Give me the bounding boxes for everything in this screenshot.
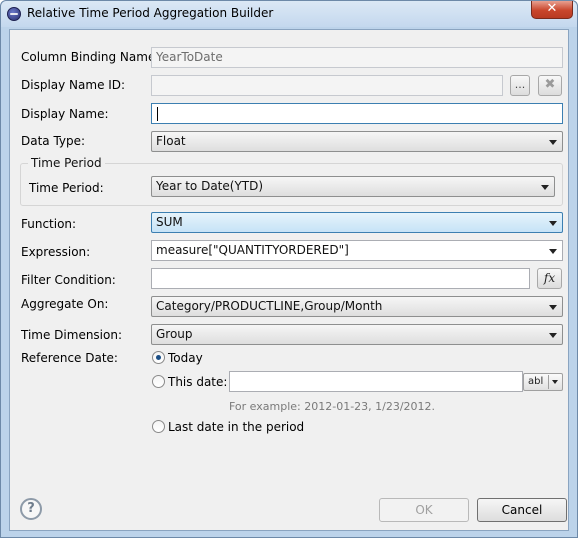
expression-label: Expression: <box>21 245 91 259</box>
fx-icon: fx <box>543 271 556 285</box>
time-period-select[interactable]: Year to Date(YTD) <box>151 176 555 197</box>
display-name-label: Display Name: <box>21 107 109 121</box>
display-name-input[interactable] <box>151 103 563 124</box>
function-label: Function: <box>21 217 77 231</box>
function-select[interactable]: SUM <box>151 212 563 233</box>
title-bar[interactable]: Relative Time Period Aggregation Builder… <box>1 1 577 27</box>
expression-builder-button[interactable]: fx <box>537 268 562 289</box>
filter-condition-label: Filter Condition: <box>21 273 116 287</box>
display-name-id-field <box>151 75 503 96</box>
time-period-group-title: Time Period <box>28 156 105 170</box>
window-title: Relative Time Period Aggregation Builder <box>27 6 274 20</box>
column-binding-name-field: YearToDate <box>151 47 563 68</box>
time-dimension-label: Time Dimension: <box>21 328 123 342</box>
help-icon[interactable]: ? <box>20 498 42 520</box>
chevron-down-icon <box>541 185 549 190</box>
dialog-window: Relative Time Period Aggregation Builder… <box>0 0 578 538</box>
last-date-radio[interactable] <box>152 420 165 433</box>
date-format-hint: For example: 2012-01-23, 1/23/2012. <box>229 400 436 413</box>
today-radio-label[interactable]: Today <box>168 351 203 365</box>
cancel-button[interactable]: Cancel <box>477 498 567 522</box>
format-button-divider <box>548 375 549 389</box>
this-date-input[interactable] <box>229 371 523 392</box>
eclipse-app-icon <box>7 7 21 21</box>
last-date-radio-label[interactable]: Last date in the period <box>168 420 304 434</box>
aggregate-on-select[interactable]: Category/PRODUCTLINE,Group/Month <box>151 296 563 317</box>
browse-display-name-id-button[interactable]: ... <box>510 75 530 96</box>
time-period-label: Time Period: <box>29 181 104 195</box>
this-date-radio[interactable] <box>152 375 165 388</box>
expression-combo[interactable]: measure["QUANTITYORDERED"] <box>151 240 563 261</box>
aggregate-on-value: Category/PRODUCTLINE,Group/Month <box>156 299 383 313</box>
this-date-radio-label[interactable]: This date: <box>168 375 227 389</box>
clear-display-name-id-button[interactable]: ✖ <box>538 75 562 96</box>
column-binding-name-label: Column Binding Name: <box>21 50 160 64</box>
today-radio[interactable] <box>152 351 165 364</box>
chevron-down-icon <box>549 221 557 226</box>
chevron-down-icon <box>549 140 557 145</box>
chevron-down-icon <box>549 333 557 338</box>
time-dimension-value: Group <box>156 327 193 341</box>
chevron-down-icon <box>549 249 557 254</box>
display-name-id-label: Display Name ID: <box>21 78 126 92</box>
format-button-label: abl <box>528 376 544 387</box>
expression-value: measure["QUANTITYORDERED"] <box>156 243 349 257</box>
data-type-value: Float <box>156 134 186 148</box>
text-cursor <box>157 107 158 121</box>
ok-button[interactable]: OK <box>379 498 469 522</box>
time-dimension-select[interactable]: Group <box>151 324 563 345</box>
chevron-down-icon[interactable] <box>552 380 558 384</box>
aggregate-on-label: Aggregate On: <box>21 297 109 311</box>
format-button[interactable]: abl <box>523 373 563 391</box>
close-button[interactable]: ✕ <box>531 1 573 19</box>
dialog-content: Column Binding Name: YearToDate Display … <box>9 29 569 531</box>
time-period-value: Year to Date(YTD) <box>156 179 264 193</box>
filter-condition-input[interactable] <box>151 268 530 289</box>
reference-date-label: Reference Date: <box>21 351 118 365</box>
chevron-down-icon <box>549 305 557 310</box>
data-type-label: Data Type: <box>21 134 86 148</box>
data-type-select[interactable]: Float <box>151 131 563 152</box>
function-value: SUM <box>156 215 183 229</box>
